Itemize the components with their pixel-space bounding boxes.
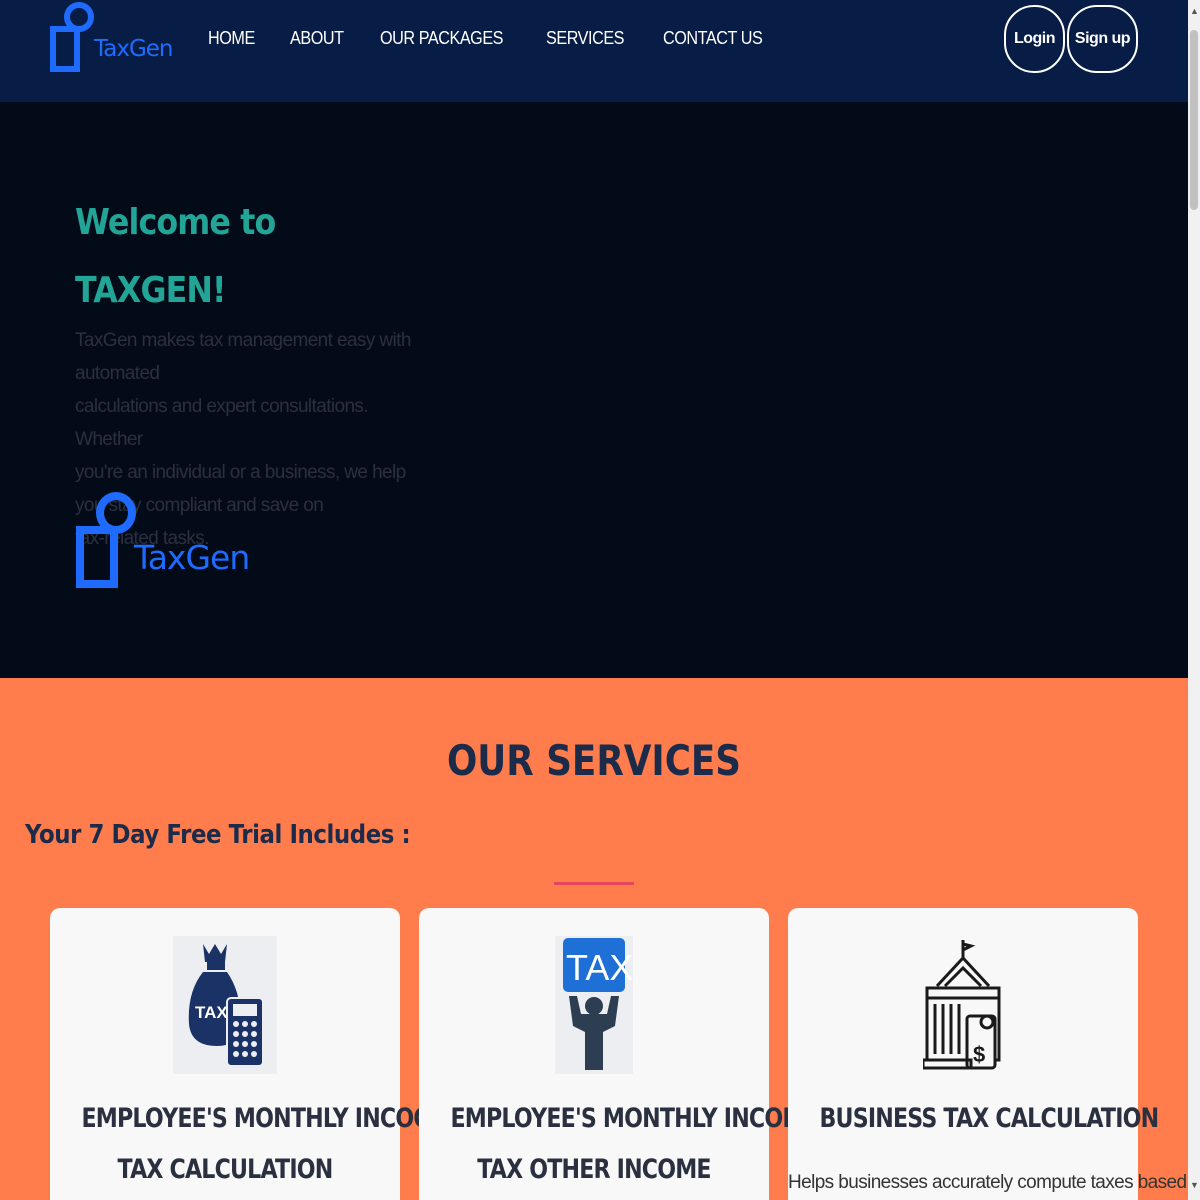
- tax-bag-calculator-icon: TAX: [173, 936, 277, 1074]
- services-heading: OUR SERVICES: [446, 736, 742, 785]
- logo-circle-icon: [96, 492, 136, 534]
- login-button[interactable]: Login: [1004, 5, 1065, 73]
- hero-line: you're an individual or a business, we h…: [75, 462, 406, 483]
- service-card-description: Helps businesses accurately compute taxe…: [788, 1172, 1187, 1193]
- tax-person-icon: TAX: [555, 936, 633, 1074]
- service-card[interactable]: TAX EMPLOYEE'S MONTHLY INCOME TAX OTHER …: [419, 908, 819, 1200]
- nav-home[interactable]: HOME: [208, 28, 255, 49]
- brand-name: TaxGen: [94, 36, 173, 62]
- hero-welcome: Welcome to: [75, 202, 276, 243]
- trial-heading: Your 7 Day Free Trial Includes :: [25, 820, 411, 850]
- scroll-up-arrow-icon[interactable]: ▲: [1190, 6, 1199, 16]
- brand-logo[interactable]: TaxGen: [48, 2, 173, 76]
- hero-section: Welcome to TAXGEN! TaxGen makes tax mana…: [0, 102, 1188, 678]
- service-title-line: EMPLOYEE'S MONTHLY INCOME: [450, 1103, 819, 1134]
- service-card[interactable]: $ BUSINESS TAX CALCULATION Helps busines…: [788, 908, 1187, 1200]
- nav-our-packages[interactable]: OUR PACKAGES: [380, 28, 503, 49]
- signup-button[interactable]: Sign up: [1067, 5, 1138, 73]
- svg-text:TAX: TAX: [566, 947, 633, 988]
- service-card-title: BUSINESS TAX CALCULATION: [819, 1103, 1160, 1134]
- hero-title: TAXGEN!: [75, 270, 226, 311]
- scrollbar-thumb[interactable]: [1190, 30, 1198, 210]
- nav-about[interactable]: ABOUT: [290, 28, 344, 49]
- hero-line: calculations and expert consultations. W…: [75, 396, 369, 450]
- service-card[interactable]: TAX EMPLOYEE'S MONTHLY INCOOME TAX CALCU…: [50, 908, 468, 1200]
- main-nav: HOME ABOUT OUR PACKAGES SERVICES CONTACT…: [208, 28, 773, 49]
- service-card-title: EMPLOYEE'S MONTHLY INCOME TAX OTHER INCO…: [451, 1093, 819, 1195]
- hero-logo: TaxGen: [74, 490, 250, 594]
- top-navbar: TaxGen HOME ABOUT OUR PACKAGES SERVICES …: [0, 0, 1188, 102]
- logo-square-icon: [76, 526, 118, 588]
- nav-contact-us[interactable]: CONTACT US: [663, 28, 763, 49]
- services-section: OUR SERVICES Your 7 Day Free Trial Inclu…: [0, 678, 1188, 1200]
- service-title-line: EMPLOYEE'S MONTHLY INCOOME: [81, 1103, 468, 1134]
- logo-square-icon: [50, 26, 80, 72]
- hero-brand-name: TaxGen: [134, 538, 250, 577]
- scroll-down-arrow-icon[interactable]: ▼: [1190, 1180, 1199, 1190]
- svg-text:$: $: [973, 1042, 985, 1067]
- service-title-line: TAX OTHER INCOME: [477, 1154, 711, 1185]
- service-card-title: EMPLOYEE'S MONTHLY INCOOME TAX CALCULATI…: [82, 1093, 468, 1195]
- svg-text:TAX: TAX: [195, 1003, 228, 1022]
- section-divider: [554, 882, 634, 885]
- government-building-icon: $: [923, 936, 1003, 1074]
- logo-circle-icon: [64, 2, 94, 32]
- nav-services[interactable]: SERVICES: [546, 28, 624, 49]
- hero-line: TaxGen makes tax management easy with au…: [75, 330, 411, 384]
- service-title-line: TAX CALCULATION: [117, 1154, 334, 1185]
